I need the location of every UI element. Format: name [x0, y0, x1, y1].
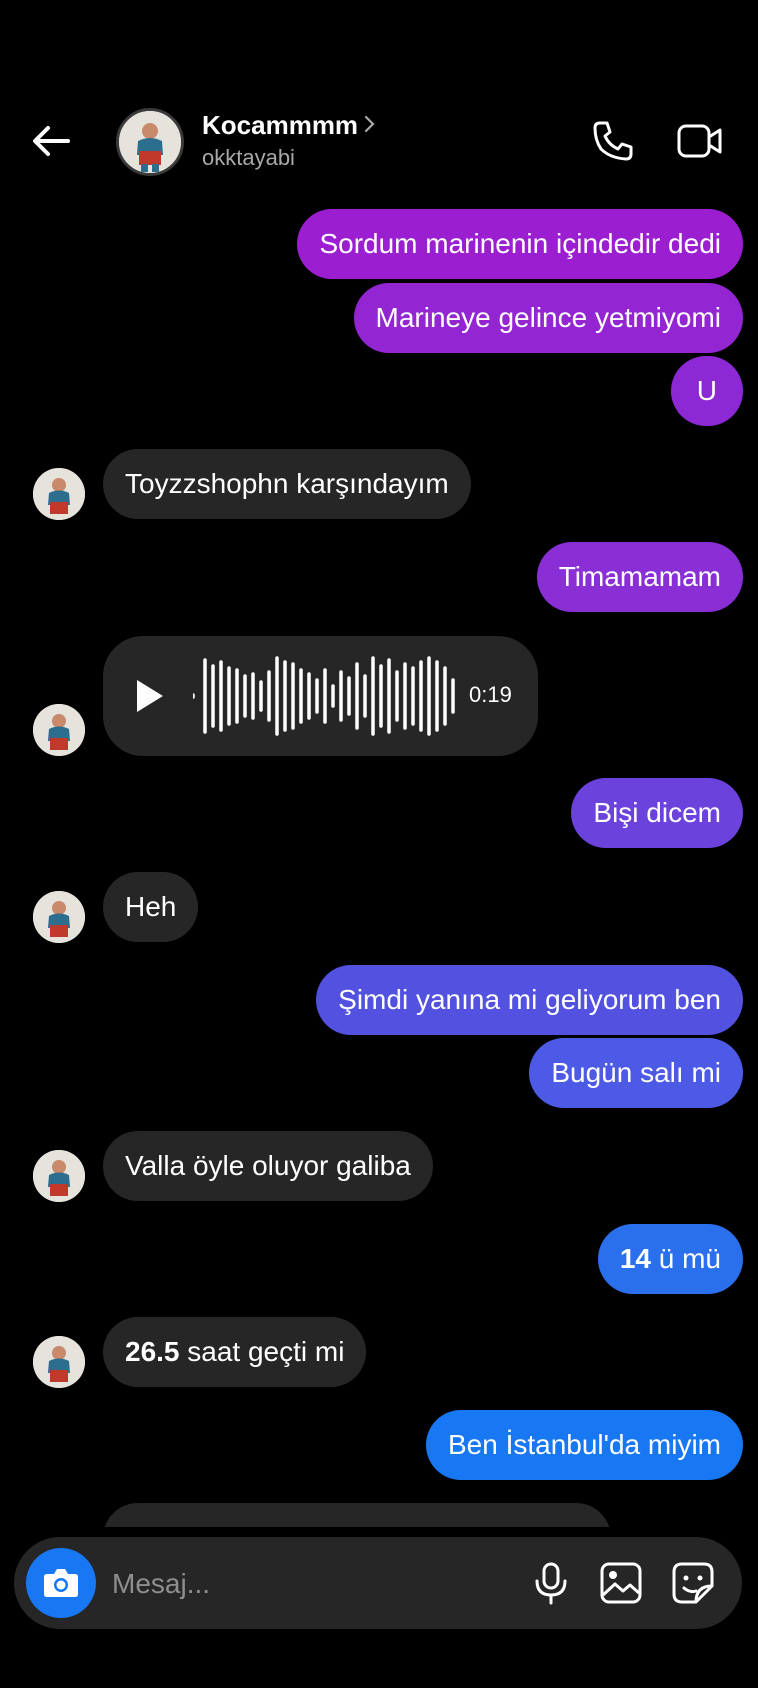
message-number: 14 — [619, 1243, 651, 1274]
avatar[interactable] — [33, 891, 85, 943]
outgoing-message[interactable]: U — [670, 356, 743, 426]
video-camera-icon[interactable] — [676, 120, 724, 162]
avatar[interactable] — [33, 704, 85, 756]
gallery-icon[interactable] — [598, 1560, 644, 1606]
outgoing-message[interactable]: Ben İstanbul'da miyim — [425, 1410, 743, 1480]
camera-icon — [44, 1569, 78, 1597]
phone-icon[interactable] — [590, 118, 636, 164]
avatar[interactable] — [33, 1150, 85, 1202]
outgoing-message[interactable]: Timamamam — [536, 542, 743, 612]
avatar[interactable] — [33, 468, 85, 520]
outgoing-message[interactable]: Bişi dicem — [571, 778, 743, 848]
message-composer — [14, 1537, 742, 1629]
outgoing-message[interactable]: 14 ü mü — [597, 1224, 743, 1294]
outgoing-message[interactable]: Bugün salı mi — [529, 1038, 743, 1108]
incoming-message[interactable]: 26.5 saat geçti mi — [103, 1317, 367, 1387]
camera-button[interactable] — [26, 1548, 96, 1618]
avatar[interactable] — [116, 108, 184, 176]
play-icon[interactable] — [133, 676, 167, 716]
chevron-right-icon[interactable] — [360, 112, 380, 136]
voice-message[interactable]: 0:19 — [103, 636, 538, 756]
incoming-message[interactable]: Valla öyle oluyor galiba — [103, 1131, 433, 1201]
outgoing-message[interactable]: Şimdi yanına mi geliyorum ben — [316, 965, 743, 1035]
back-arrow-icon[interactable] — [28, 118, 74, 164]
voice-duration: 0:19 — [469, 682, 512, 707]
waveform — [193, 656, 455, 736]
message-input[interactable] — [110, 1557, 514, 1611]
avatar[interactable] — [33, 1336, 85, 1388]
contact-username: okktayabi — [202, 145, 295, 170]
message-text: ü mü — [650, 1243, 721, 1274]
chat-header: Kocammmm okktayabi — [0, 0, 758, 200]
message-text: saat geçti mi — [179, 1336, 345, 1367]
incoming-message[interactable]: Heh — [103, 872, 199, 942]
microphone-icon[interactable] — [528, 1560, 574, 1606]
outgoing-message[interactable]: Marineye gelince yetmiyomi — [353, 283, 743, 353]
incoming-message[interactable]: Toyzzshophn karşındayım — [103, 449, 471, 519]
outgoing-message[interactable]: Sordum marinenin içindedir dedi — [297, 209, 743, 279]
contact-name[interactable]: Kocammmm — [202, 110, 358, 141]
sticker-icon[interactable] — [670, 1560, 716, 1606]
message-number: 26.5 — [125, 1336, 180, 1367]
